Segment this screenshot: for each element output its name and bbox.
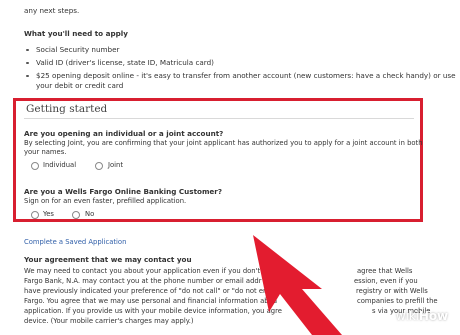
account-type-help-line-2: your names. <box>24 148 67 156</box>
radio-individual-label: Individual <box>43 161 77 169</box>
agreement-right-fragment: agree that Wells <box>357 267 413 275</box>
requirement-item: $25 opening deposit online - it's easy t… <box>26 71 456 80</box>
online-banking-question: Are you a Wells Fargo Online Banking Cus… <box>24 187 223 196</box>
radio-yes-label: Yes <box>43 210 54 218</box>
intro-text: any next steps. <box>24 6 80 15</box>
account-type-question: Are you opening an individual or a joint… <box>24 129 224 138</box>
agreement-line: We may need to contact you about your ap… <box>24 267 261 275</box>
agreement-title: Your agreement that we may contact you <box>24 255 192 264</box>
watermark-wiki: wiki <box>395 309 419 323</box>
requirement-item: Valid ID (driver's license, state ID, Ma… <box>26 58 214 67</box>
radio-individual[interactable] <box>31 162 39 170</box>
agreement-line: Fargo Bank, N.A. may contact you at the … <box>24 277 262 285</box>
radio-no[interactable] <box>72 211 80 219</box>
radio-joint[interactable] <box>95 162 103 170</box>
panel-divider <box>24 118 414 119</box>
agreement-line: Fargo. You agree that we may use persona… <box>24 297 278 305</box>
radio-no-label: No <box>85 210 95 218</box>
complete-saved-application-link[interactable]: Complete a Saved Application <box>24 238 126 247</box>
agreement-line: have previously indicated your preferenc… <box>24 287 270 295</box>
online-banking-help: Sign on for an even faster, prefilled ap… <box>24 197 187 205</box>
agreement-line: device. (Your mobile carrier's charges m… <box>24 317 194 325</box>
radio-joint-label: Joint <box>108 161 124 169</box>
getting-started-title: Getting started <box>26 103 108 115</box>
radio-yes[interactable] <box>31 211 39 219</box>
watermark-how: How <box>418 309 448 323</box>
agreement-right-fragment: ession, even if you <box>354 277 418 285</box>
agreement-right-fragment: registry or with Wells <box>356 287 428 295</box>
requirement-item-continuation: your debit or credit card <box>36 81 124 90</box>
requirement-item: Social Security number <box>25 45 120 54</box>
wikihow-watermark: wikiHow <box>396 309 448 323</box>
account-type-help-line-1: By selecting Joint, you are confirming t… <box>24 139 423 147</box>
agreement-right-fragment: companies to prefill the <box>357 297 438 305</box>
requirements-title: What you'll need to apply <box>24 29 128 38</box>
agreement-line: application. If you provide us with your… <box>24 307 282 315</box>
